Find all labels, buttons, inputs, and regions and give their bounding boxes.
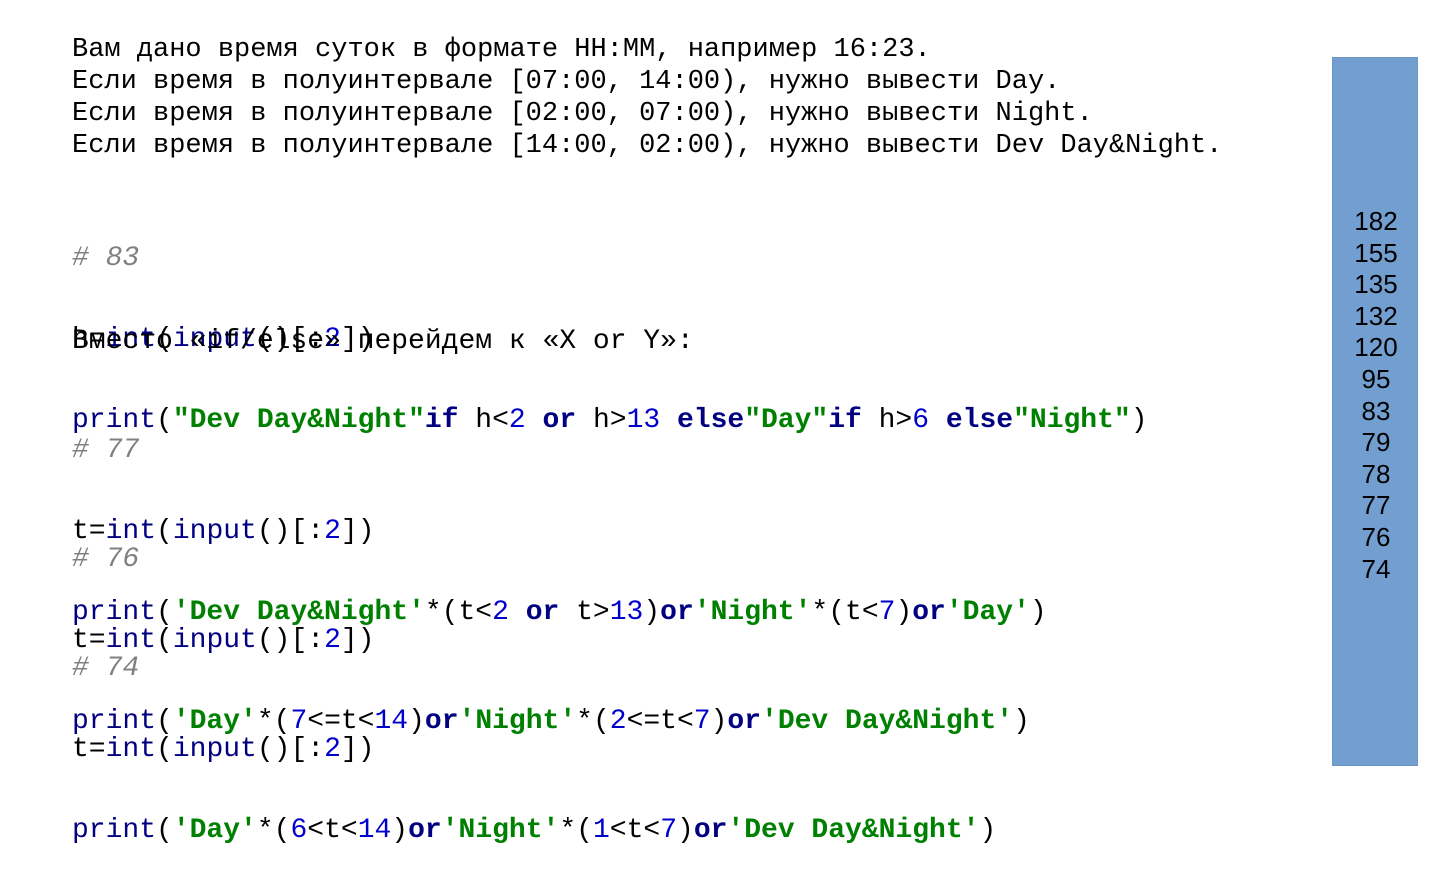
score-item: 182	[1354, 206, 1398, 236]
code-token: t=	[72, 734, 106, 765]
code-token: )	[1013, 706, 1030, 737]
code-token: ])	[340, 734, 375, 765]
code-token: *(	[256, 815, 291, 846]
code-comment: # 83	[72, 243, 140, 274]
code-comment: # 74	[72, 653, 140, 684]
code-token: ()[:	[256, 734, 325, 765]
code-token: 7	[660, 815, 677, 846]
code-token: print	[72, 815, 157, 846]
score-item: 120	[1354, 332, 1398, 363]
code-token: 'Day'	[172, 815, 257, 846]
task-description: Вам дано время суток в формате HH:MM, на…	[72, 34, 1222, 162]
score-item: 83	[1361, 395, 1391, 426]
task-line: Вам дано время суток в формате HH:MM, на…	[72, 35, 931, 65]
scores-sidebar: 182 155 135 132 120 95 83 79 78 77 76 74	[1332, 57, 1418, 766]
code-token: )	[677, 815, 694, 846]
code-comment: # 76	[72, 544, 140, 575]
code-token: 'Dev Day&Night'	[727, 815, 980, 846]
code-token: )	[1130, 405, 1148, 436]
code-token: <t<	[307, 815, 358, 846]
code-token: )	[979, 815, 997, 846]
task-line: Если время в полуинтервале [02:00, 07:00…	[72, 99, 1093, 129]
code-block-74: # 74 t=int(input()[:2]) print('Day'*(6<t…	[72, 601, 996, 871]
code-token: or	[408, 815, 442, 846]
score-item: 77	[1361, 490, 1391, 521]
score-item: 79	[1361, 427, 1391, 458]
score-item: 155	[1354, 237, 1398, 268]
score-item: 76	[1361, 521, 1391, 552]
score-item: 135	[1354, 269, 1398, 300]
code-token: input	[172, 734, 257, 765]
code-token: (	[156, 734, 173, 765]
code-line: print('Day'*(6<t<14)or'Night'*(1<t<7)or'…	[72, 815, 997, 846]
score-item: 74	[1361, 553, 1391, 584]
score-item: 95	[1361, 363, 1391, 394]
code-token: (	[156, 815, 173, 846]
score-item: 78	[1361, 458, 1391, 489]
task-line: Если время в полуинтервале [07:00, 14:00…	[72, 67, 1061, 97]
score-item: 132	[1354, 300, 1398, 331]
code-token: 2	[324, 734, 341, 765]
code-token: )	[1029, 597, 1047, 628]
code-token: 'Night'	[441, 815, 560, 846]
scores-list: 182 155 135 132 120 95 83 79 78 77 76 74	[1333, 206, 1419, 585]
transition-paragraph: Вместо «if/else» перейдем к «X or Y»:	[72, 326, 694, 357]
code-token: int	[105, 734, 157, 765]
code-token: or	[693, 815, 728, 846]
code-line: t=int(input()[:2])	[72, 734, 996, 765]
code-token: 1	[592, 815, 610, 846]
code-token: 6	[290, 815, 308, 846]
code-token: <t<	[609, 815, 661, 846]
code-token: *(	[559, 815, 593, 846]
task-line: Если время в полуинтервале [14:00, 02:00…	[72, 131, 1223, 161]
code-token: 14	[357, 815, 392, 846]
code-token: )	[391, 815, 409, 846]
code-comment: # 77	[72, 435, 140, 466]
